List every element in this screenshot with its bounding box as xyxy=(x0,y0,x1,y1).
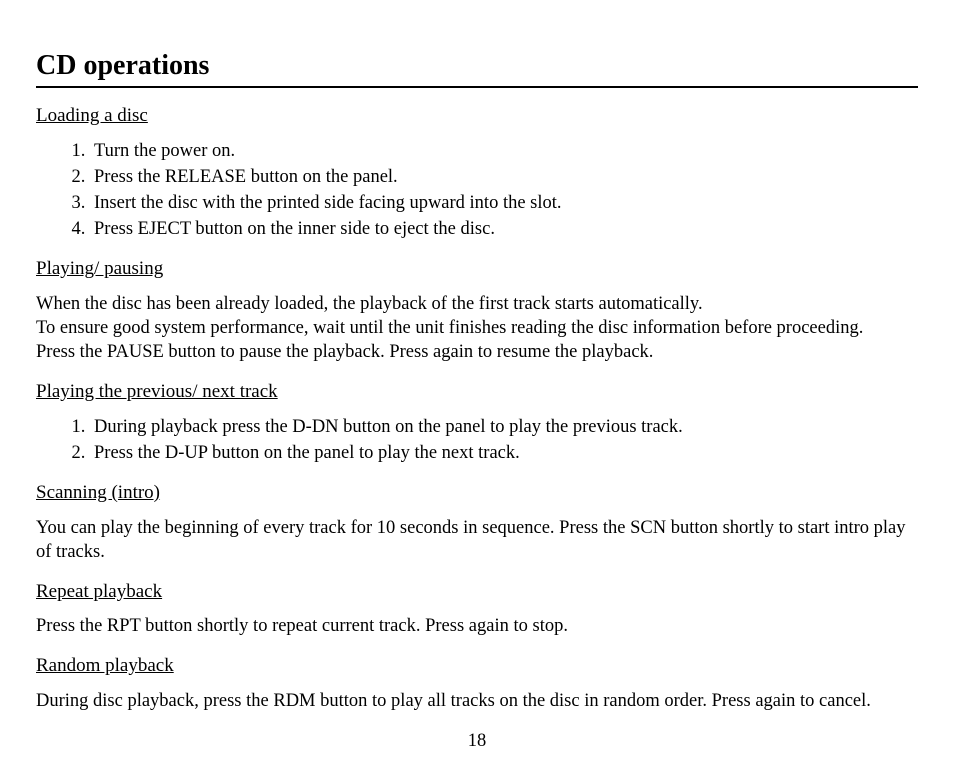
paragraph: You can play the beginning of every trac… xyxy=(36,516,918,564)
section-heading-loading: Loading a disc xyxy=(36,104,918,129)
list-item: Turn the power on. xyxy=(90,139,918,163)
paragraph: During disc playback, press the RDM butt… xyxy=(36,689,918,713)
list-item: Press the D-UP button on the panel to pl… xyxy=(90,441,918,465)
list-item: During playback press the D-DN button on… xyxy=(90,415,918,439)
paragraph-line: Press the PAUSE button to pause the play… xyxy=(36,342,653,362)
section-heading-playing: Playing/ pausing xyxy=(36,257,918,282)
page-number: 18 xyxy=(36,729,918,753)
paragraph-line: When the disc has been already loaded, t… xyxy=(36,294,703,314)
section-heading-random: Random playback xyxy=(36,654,918,679)
prevnext-steps-list: During playback press the D-DN button on… xyxy=(36,415,918,465)
section-heading-repeat: Repeat playback xyxy=(36,580,918,605)
paragraph-line: To ensure good system performance, wait … xyxy=(36,318,863,338)
list-item: Insert the disc with the printed side fa… xyxy=(90,191,918,215)
section-heading-scanning: Scanning (intro) xyxy=(36,481,918,506)
list-item: Press the RELEASE button on the panel. xyxy=(90,165,918,189)
section-heading-prevnext: Playing the previous/ next track xyxy=(36,380,918,405)
loading-steps-list: Turn the power on. Press the RELEASE but… xyxy=(36,139,918,241)
paragraph: When the disc has been already loaded, t… xyxy=(36,292,918,364)
paragraph: Press the RPT button shortly to repeat c… xyxy=(36,614,918,638)
page-title: CD operations xyxy=(36,48,918,88)
list-item: Press EJECT button on the inner side to … xyxy=(90,217,918,241)
